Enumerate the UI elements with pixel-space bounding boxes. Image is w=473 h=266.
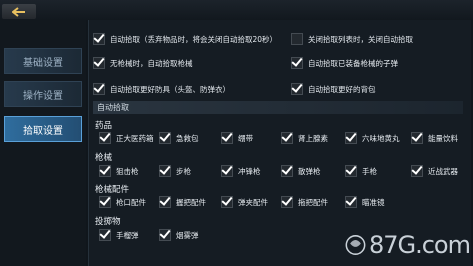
item-label: 冲锋枪 (238, 166, 261, 176)
no-gun-pickup-option[interactable]: 无枪械时，自动拾取枪械 (93, 57, 193, 69)
ammo-pickup-label: 自动拾取已装备枪械的子弹 (308, 58, 398, 68)
sidebar-item-basic[interactable]: 基础设置 (4, 48, 82, 74)
item-label: 枪口配件 (116, 197, 146, 207)
item-checkbox[interactable] (281, 132, 293, 144)
auto-pickup-label: 自动拾取（丢弃物品时，将会关闭自动拾取20秒） (110, 34, 278, 44)
back-arrow-icon (12, 6, 25, 17)
item-label: 拖把配件 (298, 197, 328, 207)
item-label: 瞄准镜 (362, 197, 385, 207)
watermark-text: 87G.com (368, 231, 471, 259)
category-title-guns: 枪械 (95, 153, 113, 163)
gun-item[interactable]: 近战武器 (411, 165, 458, 177)
item-checkbox[interactable] (411, 165, 423, 177)
item-label: 弹夹配件 (238, 197, 268, 207)
item-checkbox[interactable] (221, 165, 233, 177)
attachment-item[interactable]: 枪口配件 (99, 196, 146, 208)
item-label: 肾上腺素 (298, 133, 328, 143)
better-backpack-label: 自动拾取更好的背包 (308, 84, 376, 94)
item-label: 绷带 (238, 133, 253, 143)
no-gun-pickup-checkbox[interactable] (93, 57, 105, 69)
category-title-throwables: 投掷物 (95, 217, 121, 227)
item-label: 近战武器 (428, 166, 458, 176)
item-checkbox[interactable] (345, 196, 357, 208)
ammo-pickup-option[interactable]: 自动拾取已装备枪械的子弹 (291, 57, 398, 69)
item-checkbox[interactable] (221, 132, 233, 144)
site-watermark: 87G.com (344, 226, 471, 264)
attachment-item[interactable]: 瞄准镜 (345, 196, 385, 208)
item-label: 握把配件 (176, 197, 206, 207)
category-title-attachments: 枪械配件 (95, 185, 130, 195)
item-label: 六味地黄丸 (362, 133, 400, 143)
gun-item[interactable]: 狙击枪 (99, 165, 139, 177)
gun-item[interactable]: 手枪 (345, 165, 377, 177)
better-backpack-checkbox[interactable] (291, 83, 303, 95)
auto-pickup-option[interactable]: 自动拾取（丢弃物品时，将会关闭自动拾取20秒） (93, 33, 277, 45)
settings-sidebar: 基础设置 操作设置 拾取设置 (0, 20, 86, 266)
better-armor-checkbox[interactable] (93, 83, 105, 95)
medicine-item[interactable]: 急救包 (159, 132, 199, 144)
top-bar (0, 0, 473, 20)
throwable-item[interactable]: 烟雾弹 (159, 229, 199, 241)
gun-item[interactable]: 散弹枪 (281, 165, 321, 177)
close-list-option[interactable]: 关闭拾取列表时，关闭自动拾取 (291, 33, 413, 45)
item-checkbox[interactable] (99, 165, 111, 177)
no-gun-pickup-label: 无枪械时，自动拾取枪械 (110, 58, 193, 68)
item-checkbox[interactable] (281, 196, 293, 208)
item-label: 正大医药箱 (116, 133, 154, 143)
attachment-item[interactable]: 拖把配件 (281, 196, 328, 208)
better-armor-option[interactable]: 自动拾取更好防具（头盔、防弹衣） (93, 83, 230, 95)
item-checkbox[interactable] (221, 196, 233, 208)
watermark-logo-icon (345, 235, 366, 255)
item-label: 狙击枪 (116, 166, 139, 176)
item-checkbox[interactable] (281, 165, 293, 177)
item-checkbox[interactable] (159, 165, 171, 177)
medicine-item[interactable]: 正大医药箱 (99, 132, 154, 144)
better-backpack-option[interactable]: 自动拾取更好的背包 (291, 83, 376, 95)
item-label: 手枪 (362, 166, 377, 176)
medicine-item[interactable]: 六味地黄丸 (345, 132, 400, 144)
item-checkbox[interactable] (411, 132, 423, 144)
close-list-label: 关闭拾取列表时，关闭自动拾取 (308, 34, 413, 44)
item-label: 步枪 (176, 166, 191, 176)
ammo-pickup-checkbox[interactable] (291, 57, 303, 69)
sidebar-item-pickup[interactable]: 拾取设置 (4, 116, 82, 142)
item-checkbox[interactable] (99, 132, 111, 144)
item-checkbox[interactable] (345, 165, 357, 177)
sidebar-item-label: 基础设置 (23, 57, 63, 69)
medicine-item[interactable]: 绷带 (221, 132, 253, 144)
medicine-item[interactable]: 能量饮料 (411, 132, 458, 144)
item-label: 急救包 (176, 133, 199, 143)
sidebar-item-label: 操作设置 (23, 90, 63, 102)
item-checkbox[interactable] (159, 196, 171, 208)
item-label: 手榴弹 (116, 230, 139, 240)
gun-item[interactable]: 冲锋枪 (221, 165, 261, 177)
close-list-checkbox[interactable] (291, 33, 303, 45)
item-checkbox[interactable] (99, 229, 111, 241)
sidebar-item-label: 拾取设置 (23, 125, 63, 137)
better-armor-label: 自动拾取更好防具（头盔、防弹衣） (110, 84, 230, 94)
throwable-item[interactable]: 手榴弹 (99, 229, 139, 241)
auto-pickup-section-header: 自动拾取 (93, 101, 463, 114)
attachment-item[interactable]: 握把配件 (159, 196, 206, 208)
item-checkbox[interactable] (99, 196, 111, 208)
attachment-item[interactable]: 弹夹配件 (221, 196, 268, 208)
item-label: 烟雾弹 (176, 230, 199, 240)
back-button[interactable] (2, 4, 36, 19)
item-label: 散弹枪 (298, 166, 321, 176)
auto-pickup-checkbox[interactable] (93, 33, 105, 45)
gun-item[interactable]: 步枪 (159, 165, 191, 177)
medicine-item[interactable]: 肾上腺素 (281, 132, 328, 144)
sidebar-item-controls[interactable]: 操作设置 (4, 81, 82, 107)
item-label: 能量饮料 (428, 133, 458, 143)
item-checkbox[interactable] (159, 132, 171, 144)
category-title-medicine: 药品 (95, 121, 113, 131)
item-checkbox[interactable] (159, 229, 171, 241)
item-checkbox[interactable] (345, 132, 357, 144)
